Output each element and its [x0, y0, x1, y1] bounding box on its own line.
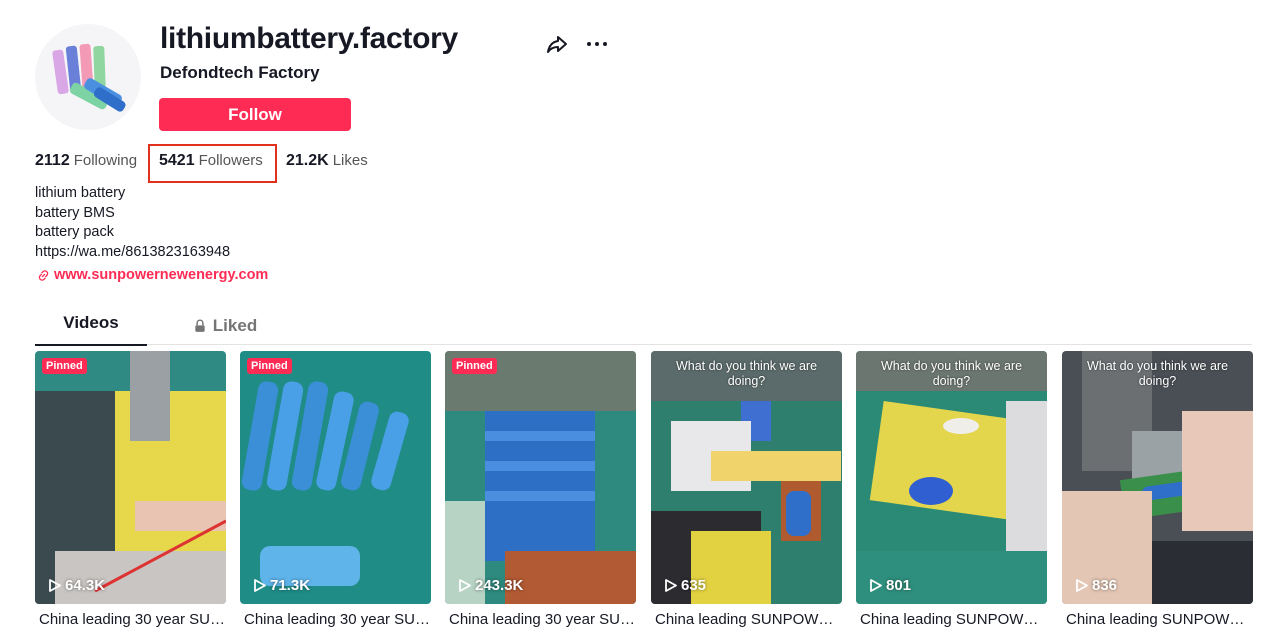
- view-count-value: 243.3K: [475, 577, 524, 594]
- avatar[interactable]: [35, 24, 141, 130]
- video-caption[interactable]: China leading SUNPOWER battery: [1062, 611, 1253, 628]
- view-count: 71.3K: [254, 577, 310, 594]
- view-count: 801: [870, 577, 911, 594]
- play-icon: [49, 579, 61, 592]
- view-count: 836: [1076, 577, 1117, 594]
- likes-label: Likes: [332, 152, 368, 169]
- following-label: Following: [73, 152, 138, 169]
- pinned-badge: Pinned: [42, 358, 87, 374]
- play-icon: [1076, 579, 1088, 592]
- followers-highlight-box: [148, 144, 277, 183]
- view-count: 243.3K: [459, 577, 523, 594]
- video-caption[interactable]: China leading 30 year SUNPOWER: [240, 611, 431, 628]
- bio-line: lithium battery: [35, 185, 126, 201]
- battery-avatar-image: [52, 43, 126, 112]
- view-count-value: 71.3K: [270, 577, 311, 594]
- video-card[interactable]: What do you think we are doing? 635: [651, 351, 842, 604]
- profile-bio: lithium battery battery BMS battery pack…: [35, 184, 230, 262]
- video-thumbnail: [35, 351, 226, 604]
- view-count-value: 635: [681, 577, 707, 594]
- more-options-icon[interactable]: [585, 32, 609, 56]
- tab-videos[interactable]: Videos: [35, 307, 147, 346]
- video-thumbnail: [240, 351, 431, 604]
- pinned-badge: Pinned: [247, 358, 292, 374]
- view-count-value: 801: [886, 577, 912, 594]
- video-thumbnail: [445, 351, 636, 604]
- tab-liked[interactable]: Liked: [175, 307, 275, 345]
- video-caption[interactable]: China leading 30 year SUNPOWER: [445, 611, 636, 628]
- profile-tabs: Videos Liked: [35, 307, 1252, 346]
- likes-stat[interactable]: 21.2K Likes: [286, 152, 368, 170]
- bio-line: battery pack: [35, 224, 114, 240]
- video-caption[interactable]: China leading SUNPOWER battery: [651, 611, 842, 628]
- likes-count: 21.2K: [286, 152, 329, 169]
- video-card[interactable]: What do you think we are doing? 801: [856, 351, 1047, 604]
- view-count: 635: [665, 577, 706, 594]
- play-icon: [254, 579, 266, 592]
- view-count-value: 836: [1092, 577, 1118, 594]
- pinned-badge: Pinned: [452, 358, 497, 374]
- play-icon: [870, 579, 882, 592]
- profile-link[interactable]: www.sunpowernewenergy.com: [37, 267, 268, 283]
- video-overlay-text: What do you think we are doing?: [880, 359, 1023, 388]
- bio-line: battery BMS: [35, 204, 115, 221]
- play-icon: [665, 579, 677, 592]
- follow-button[interactable]: Follow: [159, 98, 351, 131]
- play-icon: [459, 579, 471, 592]
- video-overlay-text: What do you think we are doing?: [675, 359, 818, 388]
- video-caption[interactable]: China leading 30 year SUNPOWER: [35, 611, 226, 628]
- bio-line: https://wa.me/8613823163948: [35, 243, 231, 260]
- video-card[interactable]: Pinned 71.3K: [240, 351, 431, 604]
- video-card[interactable]: Pinned 243.3K: [445, 351, 636, 604]
- video-overlay-text: What do you think we are doing?: [1086, 359, 1229, 388]
- lock-icon: [195, 319, 205, 332]
- video-card[interactable]: What do you think we are doing? 836: [1062, 351, 1253, 604]
- tab-liked-label: Liked: [212, 316, 258, 335]
- share-icon[interactable]: [545, 32, 569, 56]
- view-count-value: 64.3K: [65, 577, 106, 594]
- link-icon: [38, 269, 49, 281]
- video-caption[interactable]: China leading SUNPOWER battery: [856, 611, 1047, 628]
- following-stat[interactable]: 2112 Following: [35, 152, 137, 170]
- video-card[interactable]: Pinned 64.3K: [35, 351, 226, 604]
- profile-username: lithiumbattery.factory: [160, 22, 458, 55]
- view-count: 64.3K: [49, 577, 105, 594]
- profile-link-text: www.sunpowernewenergy.com: [54, 267, 269, 283]
- profile-display-name: Defondtech Factory: [160, 63, 320, 82]
- following-count: 2112: [35, 152, 70, 169]
